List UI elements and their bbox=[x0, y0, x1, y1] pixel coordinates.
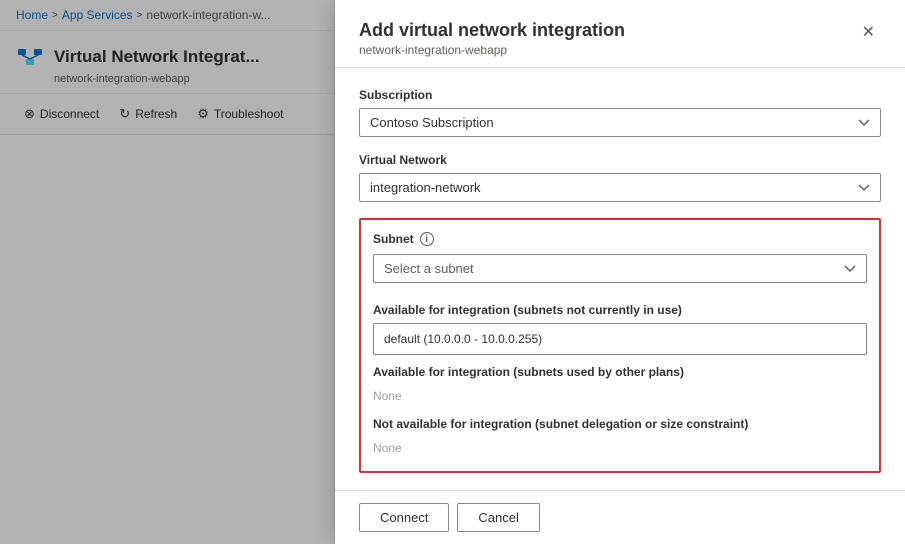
connect-button[interactable]: Connect bbox=[359, 503, 449, 532]
dialog-panel: Add virtual network integration network-… bbox=[335, 0, 905, 544]
dialog-title: Add virtual network integration bbox=[359, 20, 625, 41]
dialog-subtitle: network-integration-webapp bbox=[359, 43, 625, 57]
subnet-group: Subnet i Select a subnet Available for i… bbox=[359, 218, 881, 473]
cancel-button[interactable]: Cancel bbox=[457, 503, 539, 532]
subscription-select[interactable]: Contoso Subscription bbox=[359, 108, 881, 137]
dialog-header: Add virtual network integration network-… bbox=[335, 0, 905, 68]
subnet-item-default[interactable]: default (10.0.0.0 - 10.0.0.255) bbox=[373, 323, 867, 355]
vnet-label: Virtual Network bbox=[359, 153, 881, 167]
vnet-group: Virtual Network integration-network bbox=[359, 153, 881, 202]
subnet-none-2: None bbox=[373, 437, 867, 459]
subnet-none-1: None bbox=[373, 385, 867, 407]
not-available-section-label: Not available for integration (subnet de… bbox=[373, 417, 867, 431]
subnet-section: Subnet i Select a subnet Available for i… bbox=[359, 218, 881, 473]
vnet-select[interactable]: integration-network bbox=[359, 173, 881, 202]
available-section2-label: Available for integration (subnets used … bbox=[373, 365, 867, 379]
dialog-close-button[interactable]: ✕ bbox=[856, 20, 881, 44]
dialog-footer: Connect Cancel bbox=[335, 490, 905, 544]
dialog-body: Subscription Contoso Subscription Virtua… bbox=[335, 68, 905, 490]
subnet-select[interactable]: Select a subnet bbox=[373, 254, 867, 283]
subnet-info-icon[interactable]: i bbox=[420, 232, 434, 246]
subscription-group: Subscription Contoso Subscription bbox=[359, 88, 881, 137]
subscription-label: Subscription bbox=[359, 88, 881, 102]
available-section1-label: Available for integration (subnets not c… bbox=[373, 303, 867, 317]
subnet-label-text: Subnet bbox=[373, 232, 414, 246]
